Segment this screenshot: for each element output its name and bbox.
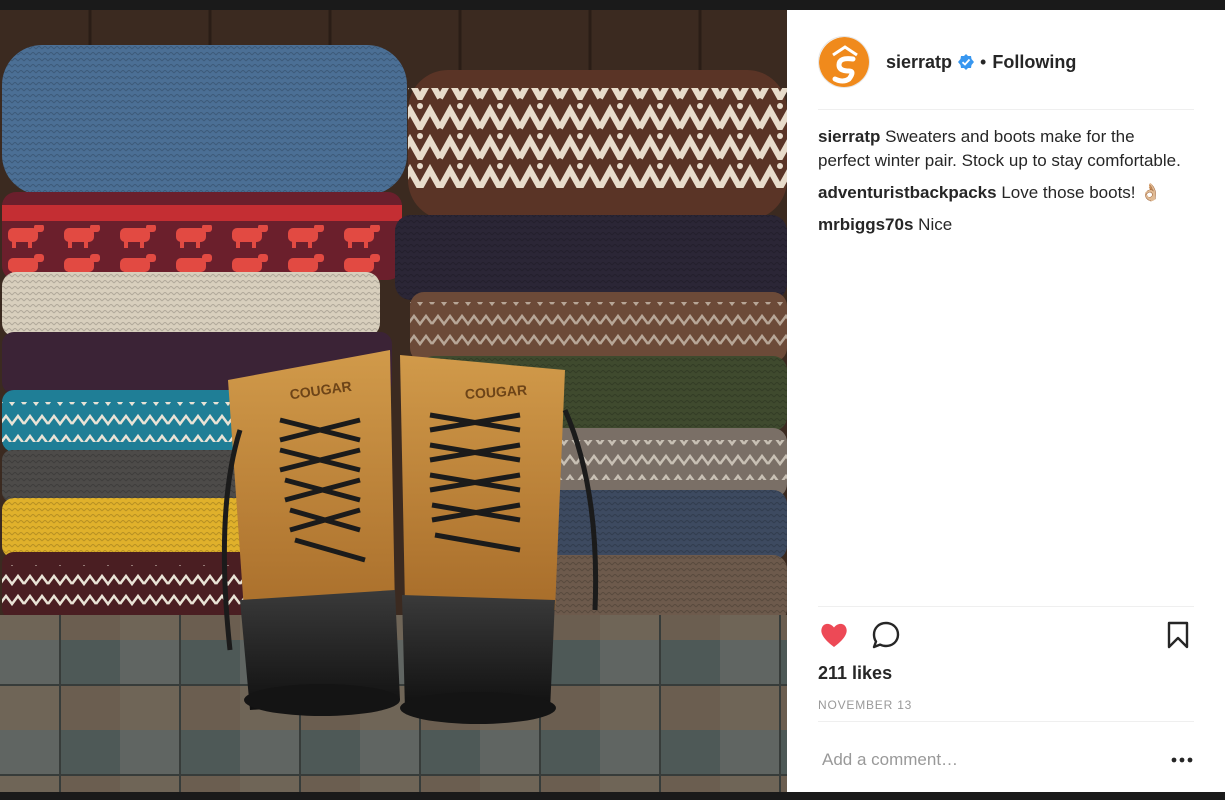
comment-item: adventuristbackpacks Love those boots! 👌… [818, 181, 1185, 205]
divider [818, 606, 1194, 607]
comment-username[interactable]: mrbiggs70s [818, 215, 913, 234]
sweaters-and-boots-photo: COUGAR COUGAR [0, 10, 787, 792]
speech-bubble-icon[interactable] [870, 619, 902, 651]
comment-input[interactable] [818, 750, 1170, 770]
avatar[interactable] [818, 36, 870, 88]
comment-text: Nice [918, 215, 953, 234]
action-bar [818, 617, 1194, 653]
post-date: NOVEMBER 13 [818, 698, 913, 712]
add-comment-bar [818, 740, 1194, 780]
ellipsis-icon[interactable] [1170, 748, 1194, 772]
verified-badge-icon [958, 54, 975, 70]
likes-count[interactable]: 211 likes [818, 663, 892, 684]
post-modal: COUGAR COUGAR sierratp • Following sierr… [0, 10, 1225, 792]
divider [818, 721, 1194, 722]
post-image[interactable]: COUGAR COUGAR [0, 10, 787, 792]
bookmark-icon[interactable] [1162, 619, 1194, 651]
sierra-logo-icon [819, 37, 869, 87]
comments-list: sierratp Sweaters and boots make for the… [818, 125, 1185, 245]
username-link[interactable]: sierratp [886, 52, 952, 73]
post-header: sierratp • Following [818, 32, 1194, 92]
comment-text: Love those boots! 👌🏼 [1001, 183, 1162, 202]
comment-username[interactable]: sierratp [818, 127, 880, 146]
following-button[interactable]: Following [992, 52, 1076, 73]
separator-dot: • [980, 51, 987, 72]
post-side-panel: sierratp • Following sierratp Sweaters a… [787, 10, 1225, 792]
comment-item: mrbiggs70s Nice [818, 213, 1185, 237]
left-boot: COUGAR [221, 350, 400, 716]
comment-username[interactable]: adventuristbackpacks [818, 183, 997, 202]
heart-filled-icon[interactable] [818, 619, 850, 651]
divider [818, 109, 1194, 110]
caption: sierratp Sweaters and boots make for the… [818, 125, 1185, 173]
